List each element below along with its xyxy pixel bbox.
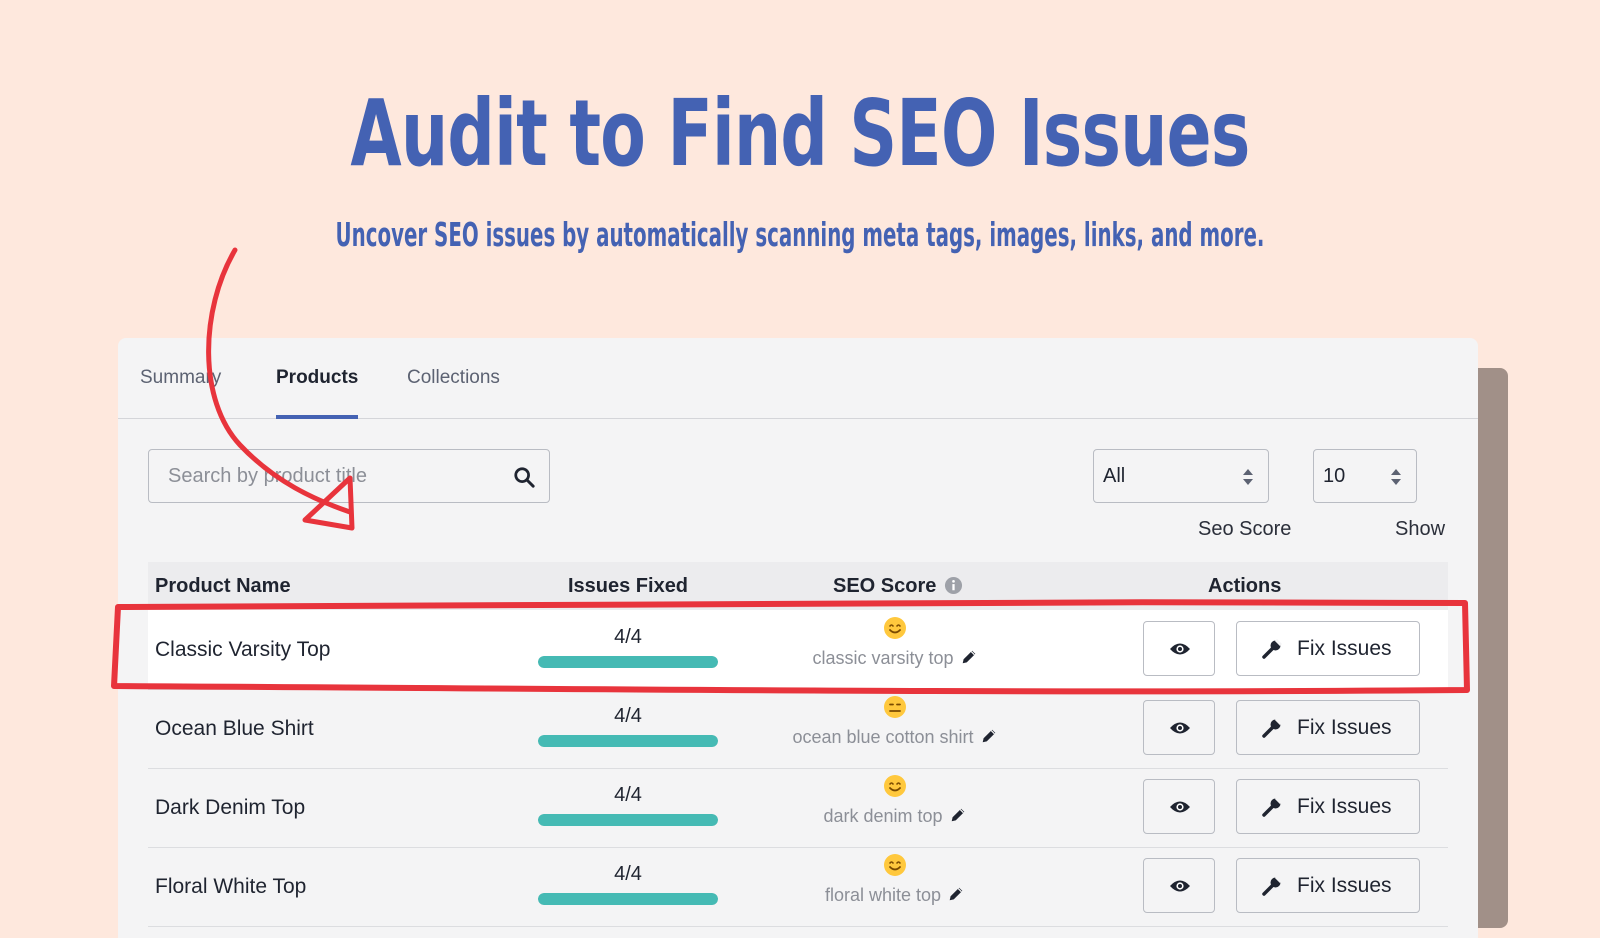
focus-keyword: dark denim top — [745, 806, 1045, 827]
issues-fixed-count: 4/4 — [614, 626, 642, 648]
product-name: Dark Denim Top — [155, 796, 306, 819]
view-button[interactable] — [1143, 779, 1215, 834]
fix-issues-label: Fix Issues — [1297, 874, 1392, 897]
wrench-icon — [1262, 717, 1283, 738]
product-name: Ocean Blue Shirt — [155, 717, 314, 740]
issues-fixed-count: 4/4 — [614, 863, 642, 885]
info-icon[interactable] — [944, 576, 963, 595]
pencil-icon[interactable] — [949, 806, 967, 824]
tab-collections[interactable]: Collections — [407, 338, 500, 418]
focus-keyword-text: classic varsity top — [812, 648, 954, 668]
search-box — [148, 449, 550, 503]
smiley-face-icon — [884, 854, 906, 876]
eye-icon — [1170, 801, 1190, 813]
issues-fixed-count: 4/4 — [614, 705, 642, 727]
show-count-select[interactable]: 10 — [1313, 449, 1417, 503]
progress-fill — [538, 814, 718, 826]
focus-keyword-text: floral white top — [824, 885, 942, 905]
issues-fixed-progress — [538, 814, 718, 826]
hero-subtitle: Uncover SEO issues by automatically scan… — [335, 215, 1265, 254]
fix-issues-label: Fix Issues — [1297, 795, 1392, 818]
focus-keyword: classic varsity top — [745, 648, 1045, 669]
progress-fill — [538, 735, 718, 747]
table-header: Product Name Issues Fixed SEO Score Acti… — [148, 562, 1448, 610]
focus-keyword: ocean blue cotton shirt — [745, 727, 1045, 748]
fix-issues-button[interactable]: Fix Issues — [1236, 700, 1420, 755]
pencil-icon[interactable] — [980, 727, 998, 745]
hero-title: Audit to Find SEO Issues — [350, 80, 1250, 187]
eye-icon — [1170, 643, 1190, 655]
issues-fixed-progress — [538, 656, 718, 668]
seo-score-select[interactable]: All — [1093, 449, 1269, 503]
table-row: Floral White Top 4/4 floral white top Fix I… — [148, 847, 1448, 927]
fix-issues-button[interactable]: Fix Issues — [1236, 621, 1420, 676]
eye-icon — [1170, 722, 1190, 734]
pencil-icon[interactable] — [947, 885, 965, 903]
column-actions: Actions — [1208, 575, 1282, 597]
column-seo-score: SEO Score — [833, 562, 963, 610]
focus-keyword: floral white top — [745, 885, 1045, 906]
tab-bar: Summary Products Collections — [118, 338, 1478, 419]
table-row: Classic Varsity Top 4/4 classic varsity to… — [148, 610, 1448, 690]
view-button[interactable] — [1143, 858, 1215, 913]
fix-issues-label: Fix Issues — [1297, 637, 1392, 660]
show-count-select-value: 10 — [1323, 465, 1346, 487]
smiley-face-icon — [884, 775, 906, 797]
show-count-label: Show — [1395, 518, 1446, 540]
focus-keyword-text: ocean blue cotton shirt — [792, 727, 974, 747]
fix-issues-label: Fix Issues — [1297, 716, 1392, 739]
seo-score-select-value: All — [1103, 465, 1126, 487]
issues-fixed-progress — [538, 893, 718, 905]
wrench-icon — [1262, 638, 1283, 659]
issues-fixed-progress — [538, 735, 718, 747]
issues-fixed-count: 4/4 — [614, 784, 642, 806]
focus-keyword-text: dark denim top — [823, 806, 943, 826]
product-name: Floral White Top — [155, 875, 307, 898]
chevron-updown-icon — [1391, 469, 1401, 485]
seo-audit-panel: Summary Products Collections All 10 Seo … — [118, 338, 1478, 938]
progress-fill — [538, 893, 718, 905]
eye-icon — [1170, 880, 1190, 892]
progress-fill — [538, 656, 718, 668]
fix-issues-button[interactable]: Fix Issues — [1236, 858, 1420, 913]
column-seo-score-label: SEO Score — [833, 575, 937, 597]
view-button[interactable] — [1143, 700, 1215, 755]
seo-score-filter-label: Seo Score — [1198, 518, 1292, 540]
table-row: Ocean Blue Shirt 4/4 ocean blue cotton shi… — [148, 689, 1448, 769]
chevron-updown-icon — [1243, 469, 1253, 485]
column-product-name: Product Name — [155, 575, 291, 597]
view-button[interactable] — [1143, 621, 1215, 676]
product-name: Classic Varsity Top — [155, 638, 331, 661]
table-row: Dark Denim Top 4/4 dark denim top Fix Issue… — [148, 768, 1448, 848]
column-issues-fixed: Issues Fixed — [567, 575, 689, 597]
tab-summary[interactable]: Summary — [140, 338, 221, 418]
wrench-icon — [1262, 796, 1283, 817]
search-icon[interactable] — [513, 466, 535, 488]
pencil-icon[interactable] — [960, 648, 978, 666]
smiley-face-icon — [884, 617, 906, 639]
tab-products[interactable]: Products — [276, 338, 359, 419]
fix-issues-button[interactable]: Fix Issues — [1236, 779, 1420, 834]
wrench-icon — [1262, 875, 1283, 896]
search-input[interactable] — [149, 450, 488, 502]
neutral-face-icon — [884, 696, 906, 718]
